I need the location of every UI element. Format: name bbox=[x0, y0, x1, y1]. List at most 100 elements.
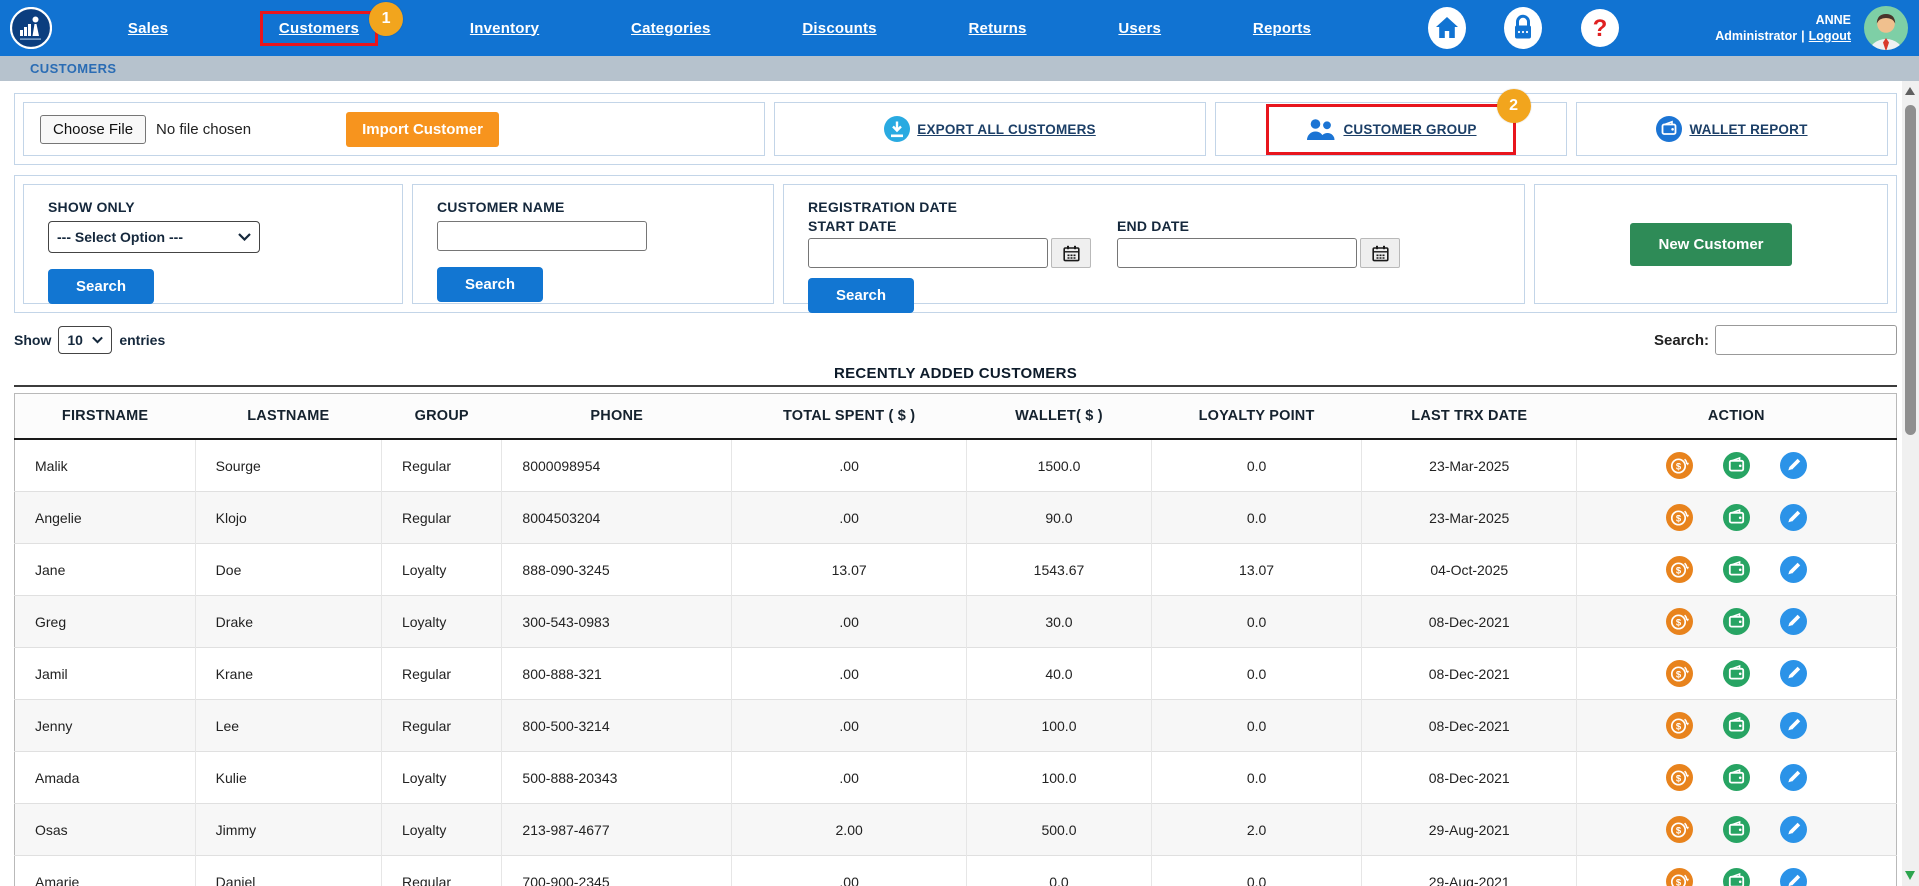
svg-text:$: $ bbox=[1676, 514, 1682, 525]
nav-item-sales[interactable]: Sales bbox=[128, 20, 168, 37]
date-range-row: START DATE bbox=[808, 218, 1524, 268]
wallet-action-button[interactable] bbox=[1723, 660, 1750, 687]
cell-action: $ bbox=[1577, 544, 1897, 596]
cell-group: Regular bbox=[381, 856, 501, 886]
table-row: Amarie Daniel Regular 700-900-2345 .00 0… bbox=[15, 856, 1897, 886]
show-only-search-button[interactable]: Search bbox=[48, 269, 154, 304]
choose-file-button[interactable]: Choose File bbox=[40, 115, 146, 144]
wallet-action-button[interactable] bbox=[1723, 452, 1750, 479]
customer-name-input[interactable] bbox=[437, 221, 647, 251]
wallet-action-button[interactable] bbox=[1723, 556, 1750, 583]
logout-link[interactable]: Logout bbox=[1809, 29, 1851, 43]
wallet-action-button[interactable] bbox=[1723, 816, 1750, 843]
table-row: Jane Doe Loyalty 888-090-3245 13.07 1543… bbox=[15, 544, 1897, 596]
col-wallet[interactable]: WALLET( $ ) bbox=[967, 394, 1151, 440]
nav-item-inventory[interactable]: Inventory bbox=[470, 20, 539, 37]
nav-item-discounts[interactable]: Discounts bbox=[802, 20, 876, 37]
customer-group-link[interactable]: CUSTOMER GROUP bbox=[1305, 118, 1476, 141]
scroll-up-arrow[interactable] bbox=[1905, 87, 1915, 95]
col-lastname[interactable]: LASTNAME bbox=[195, 394, 381, 440]
new-customer-button[interactable]: New Customer bbox=[1630, 223, 1791, 266]
col-last-trx-date[interactable]: LAST TRX DATE bbox=[1362, 394, 1577, 440]
step-2-badge: 2 bbox=[1497, 89, 1531, 123]
coin-refund-action-button[interactable]: $ bbox=[1666, 764, 1693, 791]
edit-pencil-action-button[interactable] bbox=[1780, 660, 1807, 687]
edit-pencil-action-button[interactable] bbox=[1780, 816, 1807, 843]
nav-item-returns[interactable]: Returns bbox=[969, 20, 1027, 37]
import-customer-button[interactable]: Import Customer bbox=[346, 112, 499, 147]
svg-text:$: $ bbox=[1676, 826, 1682, 837]
table-row: Jamil Krane Regular 800-888-321 .00 40.0… bbox=[15, 648, 1897, 700]
coin-refund-action-button[interactable]: $ bbox=[1666, 452, 1693, 479]
vertical-scrollbar[interactable] bbox=[1902, 81, 1919, 886]
cell-group: Loyalty bbox=[381, 596, 501, 648]
svg-text:$: $ bbox=[1676, 722, 1682, 733]
wallet-action-button[interactable] bbox=[1723, 764, 1750, 791]
edit-pencil-action-button[interactable] bbox=[1780, 764, 1807, 791]
customer-name-search-button[interactable]: Search bbox=[437, 267, 543, 302]
nav-item-users[interactable]: Users bbox=[1118, 20, 1161, 37]
svg-text:$: $ bbox=[1676, 618, 1682, 629]
col-firstname[interactable]: FIRSTNAME bbox=[15, 394, 196, 440]
col-phone[interactable]: PHONE bbox=[502, 394, 732, 440]
start-date-input[interactable] bbox=[808, 238, 1048, 268]
app-logo-icon[interactable] bbox=[10, 7, 52, 49]
cell-total-spent: 13.07 bbox=[732, 544, 967, 596]
scroll-thumb[interactable] bbox=[1905, 105, 1916, 435]
wallet-action-button[interactable] bbox=[1723, 712, 1750, 739]
start-date-calendar-button[interactable] bbox=[1051, 238, 1091, 268]
cell-wallet: 90.0 bbox=[967, 492, 1151, 544]
main-content: Choose File No file chosen Import Custom… bbox=[0, 93, 1919, 886]
edit-pencil-action-button[interactable] bbox=[1780, 452, 1807, 479]
col-loyalty-point[interactable]: LOYALTY POINT bbox=[1151, 394, 1362, 440]
coin-refund-action-button[interactable]: $ bbox=[1666, 868, 1693, 886]
edit-pencil-action-button[interactable] bbox=[1780, 556, 1807, 583]
wallet-report-panel: WALLET REPORT bbox=[1576, 102, 1888, 156]
edit-pencil-action-button[interactable] bbox=[1780, 504, 1807, 531]
home-icon[interactable] bbox=[1428, 7, 1466, 49]
file-status-text: No file chosen bbox=[156, 121, 251, 138]
user-info: ANNE Administrator|Logout bbox=[1715, 12, 1851, 45]
cell-phone: 500-888-20343 bbox=[502, 752, 732, 804]
coin-refund-action-button[interactable]: $ bbox=[1666, 504, 1693, 531]
cell-action: $ bbox=[1577, 804, 1897, 856]
coin-refund-action-button[interactable]: $ bbox=[1666, 556, 1693, 583]
cell-lastname: Klojo bbox=[195, 492, 381, 544]
coin-refund-action-button[interactable]: $ bbox=[1666, 608, 1693, 635]
date-search-button[interactable]: Search bbox=[808, 278, 914, 313]
end-date-input[interactable] bbox=[1117, 238, 1357, 268]
scroll-down-arrow[interactable] bbox=[1905, 871, 1915, 880]
export-all-customers-link[interactable]: EXPORT ALL CUSTOMERS bbox=[884, 116, 1096, 142]
lock-icon[interactable] bbox=[1504, 7, 1542, 49]
coin-refund-action-button[interactable]: $ bbox=[1666, 660, 1693, 687]
table-search-input[interactable] bbox=[1715, 325, 1897, 355]
cell-loyalty-point: 0.0 bbox=[1151, 856, 1362, 886]
col-total-spent[interactable]: TOTAL SPENT ( $ ) bbox=[732, 394, 967, 440]
page-size-select[interactable]: 10 bbox=[58, 326, 112, 354]
edit-pencil-action-button[interactable] bbox=[1780, 608, 1807, 635]
registration-date-panel: REGISTRATION DATE START DATE bbox=[783, 184, 1525, 304]
wallet-action-button[interactable] bbox=[1723, 868, 1750, 886]
toolbar: Choose File No file chosen Import Custom… bbox=[14, 93, 1897, 165]
export-panel: EXPORT ALL CUSTOMERS bbox=[774, 102, 1206, 156]
cell-last-trx-date: 08-Dec-2021 bbox=[1362, 752, 1577, 804]
edit-pencil-action-button[interactable] bbox=[1780, 712, 1807, 739]
col-group[interactable]: GROUP bbox=[381, 394, 501, 440]
nav-item-reports[interactable]: Reports bbox=[1253, 20, 1311, 37]
wallet-report-link[interactable]: WALLET REPORT bbox=[1656, 116, 1807, 142]
top-nav: Sales Customers 1 Inventory Categories D… bbox=[0, 0, 1919, 56]
coin-refund-action-button[interactable]: $ bbox=[1666, 816, 1693, 843]
wallet-action-button[interactable] bbox=[1723, 608, 1750, 635]
user-avatar[interactable] bbox=[1863, 5, 1909, 51]
nav-item-customers[interactable]: Customers bbox=[279, 20, 359, 37]
wallet-action-button[interactable] bbox=[1723, 504, 1750, 531]
svg-text:$: $ bbox=[1676, 774, 1682, 785]
question-icon[interactable]: ? bbox=[1580, 8, 1620, 48]
end-date-calendar-button[interactable] bbox=[1360, 238, 1400, 268]
cell-last-trx-date: 29-Aug-2021 bbox=[1362, 804, 1577, 856]
coin-refund-action-button[interactable]: $ bbox=[1666, 712, 1693, 739]
edit-pencil-action-button[interactable] bbox=[1780, 868, 1807, 886]
customer-group-link-label: CUSTOMER GROUP bbox=[1343, 122, 1476, 137]
nav-item-categories[interactable]: Categories bbox=[631, 20, 711, 37]
show-only-select[interactable]: --- Select Option --- bbox=[48, 221, 260, 253]
